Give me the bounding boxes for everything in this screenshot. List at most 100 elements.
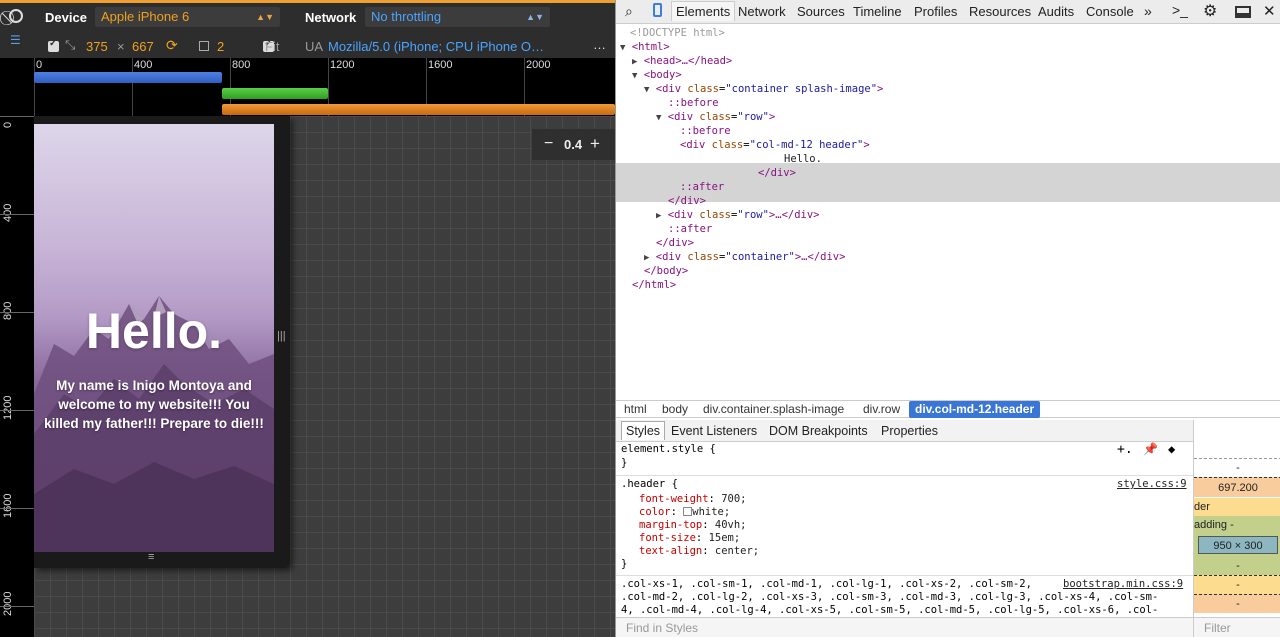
- tab-elements[interactable]: Elements: [671, 1, 736, 21]
- tab-audits[interactable]: Audits: [1038, 4, 1074, 19]
- new-rule-icon[interactable]: +.: [1117, 442, 1133, 457]
- zoom-in-button[interactable]: +: [590, 134, 600, 154]
- device-mode-icon[interactable]: [653, 3, 662, 17]
- media-query-bar-min[interactable]: [222, 104, 615, 115]
- box-model-content-wrap: 950 × 300: [1194, 534, 1280, 558]
- dom-line[interactable]: </body>: [644, 264, 688, 278]
- ruler-label: 1600: [2, 493, 14, 518]
- style-source-link[interactable]: style.css:9: [1117, 478, 1187, 491]
- zoom-out-button[interactable]: −: [544, 135, 553, 153]
- ruler-tick: [34, 58, 35, 116]
- resize-handle-right[interactable]: |||: [277, 330, 286, 342]
- tab-properties[interactable]: Properties: [881, 424, 938, 438]
- bootstrap-selector[interactable]: .col-xs-1, .col-sm-1, .col-md-1, .col-lg…: [621, 578, 1061, 591]
- more-tabs-icon[interactable]: »: [1144, 3, 1152, 19]
- expand-triangle-icon[interactable]: ▼: [656, 113, 661, 123]
- css-property[interactable]: font-size: 15em;: [639, 532, 740, 545]
- dom-line[interactable]: </div>: [656, 236, 694, 250]
- network-select[interactable]: No throttling ▲▼: [365, 7, 550, 27]
- media-query-bar-max[interactable]: [34, 72, 222, 83]
- width-field[interactable]: 375: [86, 39, 108, 54]
- html-open-tag: <html>: [631, 41, 670, 53]
- search-icon[interactable]: ⌕: [625, 3, 633, 20]
- css-property[interactable]: text-align: center;: [639, 545, 759, 558]
- find-in-styles-input[interactable]: Find in Styles: [616, 617, 1193, 637]
- device-emulation-pane: ⃠ Device Apple iPhone 6 ▲▼ Network No th…: [0, 0, 615, 637]
- header-rule-selector[interactable]: .header {: [621, 478, 678, 491]
- swap-dimensions-icon[interactable]: ⟳: [166, 37, 178, 54]
- tab-resources[interactable]: Resources: [969, 4, 1031, 19]
- dom-line[interactable]: ::after: [680, 180, 724, 194]
- tab-styles[interactable]: Styles: [621, 421, 666, 440]
- dpr-field[interactable]: 2: [217, 39, 224, 54]
- breadcrumb-item[interactable]: div.container.splash-image: [703, 402, 844, 416]
- tab-timeline[interactable]: Timeline: [853, 4, 902, 19]
- collapse-triangle-icon[interactable]: ▶: [656, 211, 661, 221]
- select-arrows-icon: ▲▼: [256, 12, 274, 22]
- gear-icon[interactable]: ⚙: [1203, 1, 1217, 21]
- console-drawer-icon[interactable]: >_: [1172, 2, 1188, 18]
- disable-emulation-icon[interactable]: [9, 9, 23, 23]
- padding-value: -: [1230, 519, 1234, 531]
- css-property[interactable]: color: white;: [639, 506, 730, 519]
- dom-line-selected[interactable]: </div>: [758, 166, 796, 180]
- pin-icon[interactable]: 📌: [1143, 442, 1158, 456]
- filter-input[interactable]: Filter: [1194, 617, 1280, 637]
- dom-line[interactable]: ::before: [680, 124, 731, 138]
- bootstrap-selector[interactable]: .col-md-2, .col-lg-2, .col-xs-3, .col-sm…: [621, 591, 1191, 604]
- resize-handle-bottom[interactable]: ≡: [148, 551, 154, 563]
- collapse-triangle-icon[interactable]: ▶: [632, 57, 637, 67]
- property-name: color: [639, 506, 671, 518]
- dom-line-selected[interactable]: Hello.: [784, 152, 822, 166]
- color-swatch[interactable]: [683, 507, 693, 516]
- breadcrumb-item[interactable]: html: [624, 402, 647, 416]
- dom-line-selected[interactable]: <div class="col-md-12 header">: [680, 138, 870, 152]
- bootstrap-selector[interactable]: 4, .col-md-4, .col-lg-4, .col-xs-5, .col…: [621, 604, 1191, 617]
- emulation-settings-icon[interactable]: ☰: [10, 33, 21, 47]
- dom-line[interactable]: ▶ <head>…</head>: [632, 54, 732, 68]
- ruler-label: 400: [134, 59, 153, 71]
- dom-line[interactable]: ::before: [668, 96, 719, 110]
- box-model-margin-bottom: -: [1194, 594, 1280, 613]
- tab-dom-breakpoints[interactable]: DOM Breakpoints: [769, 424, 868, 438]
- dom-line[interactable]: ▶ <div class="container">…</div>: [644, 250, 845, 264]
- dom-line[interactable]: ▼ <body>: [632, 68, 682, 82]
- box-model-margin[interactable]: 697.200: [1194, 477, 1280, 497]
- device-select[interactable]: Apple iPhone 6 ▲▼: [95, 7, 280, 27]
- dom-line[interactable]: ▶ <div class="row">…</div>: [656, 208, 820, 222]
- dom-line[interactable]: <!DOCTYPE html>: [630, 26, 725, 40]
- source-link-text: bootstrap.min.css:9: [1063, 578, 1184, 590]
- dom-line[interactable]: ▼ <div class="row">: [656, 110, 775, 124]
- collapse-triangle-icon[interactable]: ▶: [644, 253, 649, 263]
- close-icon[interactable]: ✕: [1263, 2, 1276, 20]
- css-property[interactable]: font-weight: 700;: [639, 493, 747, 506]
- tab-sources[interactable]: Sources: [797, 4, 845, 19]
- color-format-icon[interactable]: ◆: [1168, 442, 1175, 456]
- element-style-selector[interactable]: element.style {: [621, 443, 716, 456]
- expand-triangle-icon[interactable]: ▼: [620, 43, 625, 53]
- css-property[interactable]: margin-top: 40vh;: [639, 519, 746, 532]
- pseudo-element: ::after: [680, 181, 725, 193]
- height-field[interactable]: 667: [132, 39, 154, 54]
- dom-line[interactable]: </div>: [668, 194, 706, 208]
- media-query-bar-range[interactable]: [222, 88, 328, 99]
- breadcrumb-item[interactable]: div.row: [863, 402, 900, 416]
- dom-line[interactable]: ▼ <html>: [620, 40, 670, 54]
- user-agent-field[interactable]: Mozilla/5.0 (iPhone; CPU iPhone O…: [328, 39, 548, 54]
- expand-triangle-icon[interactable]: ▼: [632, 71, 637, 81]
- dom-line[interactable]: ::after: [668, 222, 712, 236]
- resolution-checkbox[interactable]: [48, 38, 59, 52]
- breadcrumb-item-selected[interactable]: div.col-md-12.header: [909, 401, 1041, 418]
- tab-event-listeners[interactable]: Event Listeners: [671, 424, 757, 438]
- style-source-link[interactable]: bootstrap.min.css:9: [1063, 578, 1183, 591]
- dom-line[interactable]: ▼ <div class="container splash-image">: [644, 82, 883, 96]
- dom-line[interactable]: </html>: [632, 278, 676, 292]
- breadcrumb-item[interactable]: body: [662, 402, 688, 416]
- box-model-content[interactable]: 950 × 300: [1198, 536, 1278, 554]
- dock-side-icon[interactable]: [1235, 6, 1251, 18]
- tab-network[interactable]: Network: [738, 4, 786, 19]
- tab-console[interactable]: Console: [1086, 4, 1134, 19]
- more-options-icon[interactable]: …: [593, 37, 606, 52]
- expand-triangle-icon[interactable]: ▼: [644, 85, 649, 95]
- tab-profiles[interactable]: Profiles: [914, 4, 957, 19]
